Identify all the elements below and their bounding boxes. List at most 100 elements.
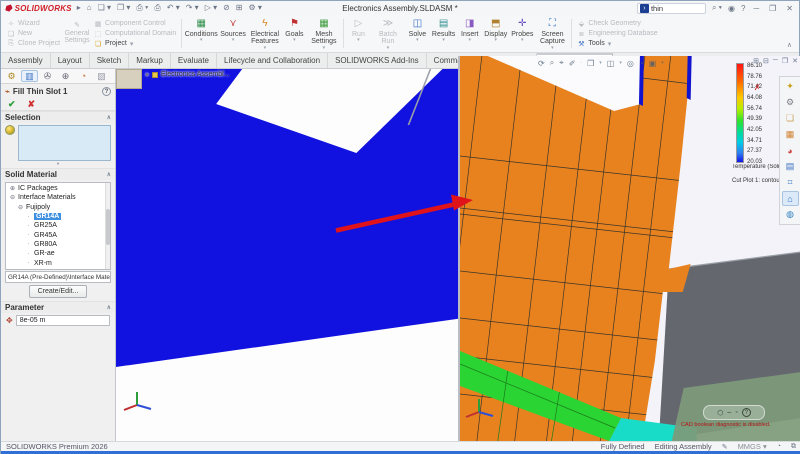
cancel-button[interactable]: ✘ <box>28 99 36 110</box>
expand-toggle-icon[interactable]: ⊖ <box>9 194 16 201</box>
toggle-dot-icon[interactable]: ◦ <box>735 409 737 416</box>
tools-button[interactable]: ⚒Tools ▾ <box>577 40 657 48</box>
expand-icon[interactable]: ▸ <box>77 1 81 15</box>
tree-item-interface-materials[interactable]: ⊖Interface Materials <box>9 193 110 202</box>
sources-button[interactable]: ⋎Sources▾ <box>218 16 248 51</box>
forum-icon[interactable]: ⌗ <box>782 175 799 190</box>
display-style-icon[interactable]: ◫ <box>607 59 615 68</box>
toolbox-icon[interactable]: ⚙ <box>782 95 799 110</box>
open-icon[interactable]: ❐ ▾ <box>117 1 130 15</box>
boolean-diagnostic-icon[interactable]: ⬡ <box>717 409 723 417</box>
home-icon[interactable]: ⌂ <box>87 1 92 15</box>
units-selector[interactable]: MMGS ▾ <box>738 442 767 451</box>
panel-toggle-icon[interactable]: ⧉ <box>791 443 796 451</box>
close-pane-icon[interactable]: ✕ <box>792 57 798 65</box>
undo-icon[interactable]: ↶ ▾ <box>167 1 180 15</box>
feature-help-icon[interactable]: ? <box>102 87 111 96</box>
ok-button[interactable]: ✔ <box>8 99 16 110</box>
design-library-icon[interactable]: ✦ <box>782 79 799 94</box>
annotate-icon[interactable]: ✐ <box>569 59 576 68</box>
tree-item-xr-m[interactable]: ·XR-m <box>25 258 110 267</box>
section-view-icon[interactable]: ▣ <box>649 59 657 68</box>
dimxpert-manager-tab[interactable]: ⊕ <box>57 70 74 82</box>
appearance-icon[interactable]: ◔ <box>639 59 644 68</box>
home-icon[interactable]: ⌂ <box>782 191 799 206</box>
minimize-button[interactable]: ─ <box>751 4 761 13</box>
display-manager-tab[interactable]: ◔ <box>75 70 92 82</box>
clone-project-button[interactable]: ⎘Clone Project <box>7 40 60 48</box>
rotate-view-icon[interactable]: ⟳ <box>538 59 545 68</box>
save-icon[interactable]: ⎙ ▾ <box>136 1 148 15</box>
tree-item-gr45a[interactable]: ·GR45A <box>25 230 110 239</box>
zoom-to-fit-icon[interactable]: ⌕ <box>550 58 554 68</box>
minimize-pane-icon[interactable]: ─ <box>773 57 778 65</box>
expand-toggle-icon[interactable]: ⊕ <box>9 269 16 270</box>
content-central-icon[interactable]: ◍ <box>782 207 799 222</box>
component-control-button[interactable]: ▦Component Control <box>94 20 176 28</box>
project-button[interactable]: ❏Project ▾ <box>94 40 176 48</box>
close-button[interactable]: ✕ <box>784 4 795 13</box>
tile-view-icon[interactable]: ⊟ <box>763 57 769 65</box>
breadcrumb[interactable]: ▸ Electronics Assembl... <box>146 71 229 78</box>
material-tree[interactable]: ⊕IC Packages ⊖Interface Materials ⊖Fujip… <box>5 182 111 270</box>
tag-icon[interactable]: ◔ <box>777 443 781 450</box>
diagnostic-help-icon[interactable]: ? <box>742 408 751 417</box>
mesh-settings-button[interactable]: ▦Mesh Settings▾ <box>307 16 341 51</box>
new-project-button[interactable]: ❏New <box>7 30 60 38</box>
view-palette-icon[interactable]: ▦ <box>782 127 799 142</box>
feature-manager-tab[interactable]: ⚙ <box>3 70 20 82</box>
new-document-icon[interactable]: ❏ ▾ <box>98 1 111 15</box>
tree-item-ic-packages[interactable]: ⊕IC Packages <box>9 184 110 193</box>
tab-solidworks-add-ins[interactable]: SOLIDWORKS Add-Ins <box>328 53 427 68</box>
results-button[interactable]: ▤Results▾ <box>430 16 457 51</box>
attach-icon[interactable]: ⊘ <box>223 1 230 15</box>
tab-sketch[interactable]: Sketch <box>90 53 129 68</box>
expand-toggle-icon[interactable]: ⊖ <box>17 204 24 211</box>
tree-item-gr25a[interactable]: ·GR25A <box>25 221 110 230</box>
electrical-features-button[interactable]: ϟElectrical Features▾ <box>248 16 282 51</box>
configuration-manager-tab[interactable]: ✇ <box>39 70 56 82</box>
exit-markup-icon[interactable]: ✗ <box>754 83 761 92</box>
engineering-database-button[interactable]: ≣Engineering Database <box>577 30 657 38</box>
tree-scrollbar[interactable] <box>105 183 110 269</box>
restore-pane-icon[interactable]: ❐ <box>782 57 788 65</box>
probes-button[interactable]: ✛Probes▾ <box>509 16 535 51</box>
tree-flyout-stub[interactable] <box>116 69 142 89</box>
cut-plot-viewport[interactable]: ⟳ ⌕ ⌖ ✐ · ❐ ▾ ◫ ▾ ◎ ◔ ▣ ▾ ⊞ ⊟ ─ ❐ ✕ 86.1… <box>458 56 800 441</box>
user-account-icon[interactable]: ◉ <box>728 4 735 13</box>
redo-icon[interactable]: ↷ ▾ <box>186 1 199 15</box>
solid-material-group-header[interactable]: Solid Material ∧ <box>1 168 115 180</box>
search-icon[interactable]: ⌕ ▾ <box>712 3 722 13</box>
tree-item-fujipoly[interactable]: ⊖Fujipoly <box>17 203 110 212</box>
file-explorer-icon[interactable]: ❏ <box>782 111 799 126</box>
print-icon[interactable]: ⎙ <box>154 1 160 15</box>
tab-markup[interactable]: Markup <box>129 53 171 68</box>
selection-group-header[interactable]: Selection ∧ <box>1 111 115 123</box>
general-settings-button[interactable]: ✎General Settings <box>63 16 91 51</box>
insert-button[interactable]: ◨Insert▾ <box>457 16 482 51</box>
appearances-icon[interactable]: ◕ <box>782 143 799 158</box>
view-orientation-icon[interactable]: ❐ <box>587 59 594 68</box>
property-manager-tab[interactable]: ▥ <box>21 70 38 82</box>
select-icon[interactable]: ▷ ▾ <box>205 1 217 15</box>
help-icon[interactable]: ? <box>741 4 745 13</box>
flyout-arrow-icon[interactable]: ▸ <box>146 71 149 78</box>
split-view-icon[interactable]: ⊞ <box>753 57 759 65</box>
expand-toggle-icon[interactable]: ⊕ <box>9 185 16 192</box>
zoom-area-icon[interactable]: ⌖ <box>559 58 564 68</box>
display-button[interactable]: ⬒Display▾ <box>482 16 509 51</box>
create-edit-button[interactable]: Create/Edit... <box>29 285 87 298</box>
conditions-button[interactable]: ▦Conditions▾ <box>184 16 218 51</box>
tab-layout[interactable]: Layout <box>51 53 90 68</box>
restore-button[interactable]: ❐ <box>767 4 778 13</box>
wizard-button[interactable]: ✧Wizard <box>7 20 60 28</box>
thickness-input[interactable] <box>16 315 110 326</box>
tree-item-laminates[interactable]: ⊕Laminates <box>9 268 110 270</box>
solve-button[interactable]: ◫Solve▾ <box>405 16 430 51</box>
batch-run-button[interactable]: ≫Batch Run▾ <box>371 16 405 51</box>
grid-icon[interactable]: ⊞ <box>236 1 243 15</box>
selection-list-box[interactable] <box>18 125 111 161</box>
tree-item-gr80a[interactable]: ·GR80A <box>25 240 110 249</box>
goals-button[interactable]: ⚑Goals▾ <box>282 16 307 51</box>
run-button[interactable]: ▷Run▾ <box>346 16 371 51</box>
